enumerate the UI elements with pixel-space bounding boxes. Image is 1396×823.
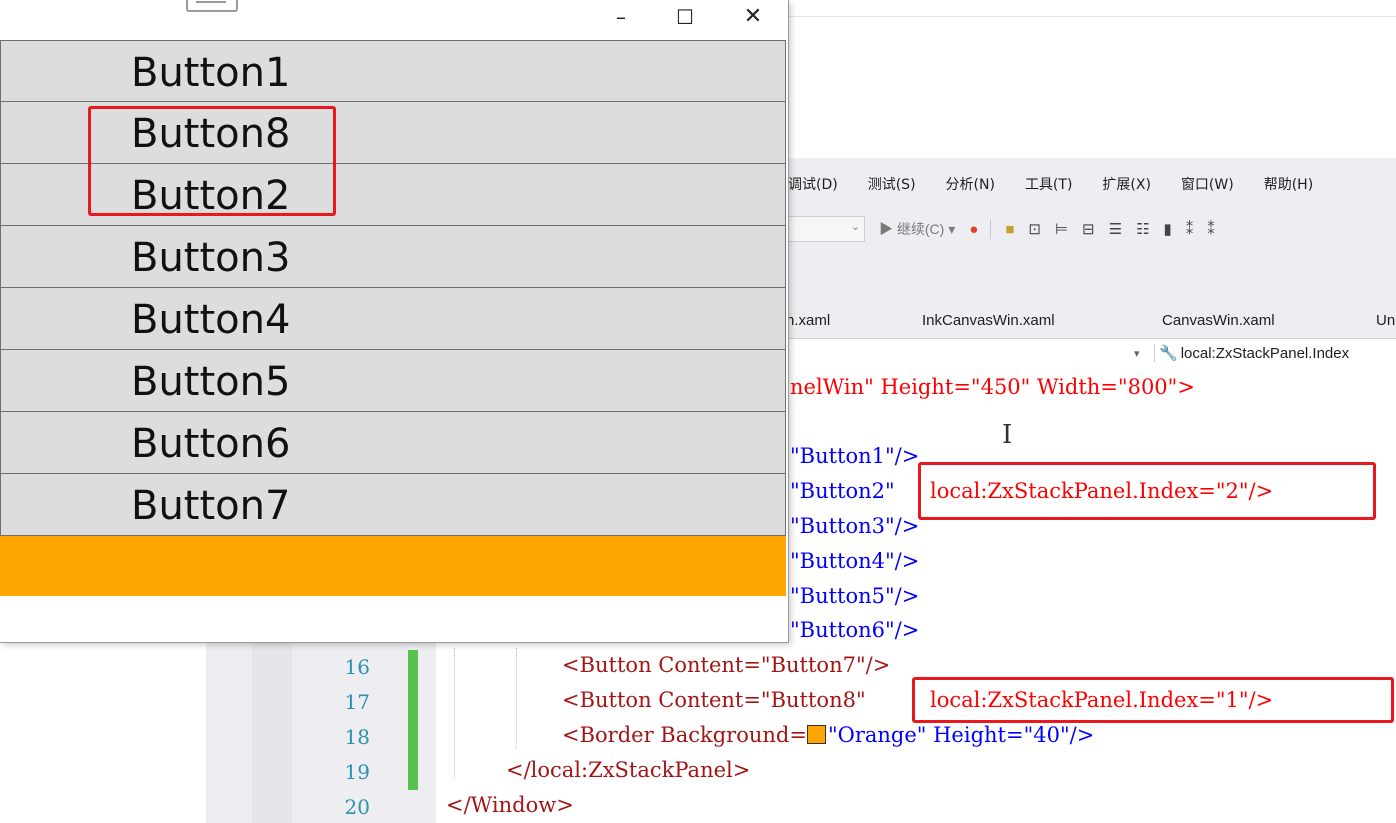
toolbar: ⌄ ▶ 继续(C) ▾ ● ■ ⊡ ⊨ ⊟ ☰ ☷ ▮ ⁑ ⁑: [786, 210, 1396, 248]
indent-guide: [516, 648, 517, 748]
navigation-bar: ▾ 🔧 local:ZxStackPanel.Index: [786, 338, 1396, 370]
tab-stackpanelwin[interactable]: n.xaml: [786, 312, 830, 329]
button-7[interactable]: Button7: [0, 474, 786, 536]
member-dropdown[interactable]: 🔧 local:ZxStackPanel.Index: [1154, 344, 1349, 362]
button-5[interactable]: Button5: [0, 350, 786, 412]
document-tabs: n.xaml InkCanvasWin.xaml CanvasWin.xaml …: [786, 306, 1396, 338]
menu-debug[interactable]: 调试(D): [788, 174, 838, 194]
text-cursor-icon: I: [1002, 420, 1013, 450]
camera-icon[interactable]: ⊡: [1028, 220, 1041, 238]
button-3[interactable]: Button3: [0, 226, 786, 288]
menu-bar: 调试(D) 测试(S) 分析(N) 工具(T) 扩展(X) 窗口(W) 帮助(H…: [786, 158, 1396, 210]
button-label: Button5: [131, 359, 291, 405]
continue-button[interactable]: ▶ 继续(C) ▾: [879, 219, 955, 239]
code-button2[interactable]: "Button2": [790, 481, 895, 502]
code-button4[interactable]: "Button4"/>: [790, 551, 919, 572]
tab-area-background: [786, 248, 1396, 306]
button-label: Button6: [131, 421, 291, 467]
menu-analyze[interactable]: 分析(N): [946, 174, 995, 194]
editor-top-border: [786, 16, 1396, 17]
code-border-attrs: "Orange" Height="40"/>: [827, 723, 1095, 747]
wrench-icon: 🔧: [1159, 345, 1178, 362]
bookmark-prev-icon[interactable]: ⁑: [1207, 220, 1215, 238]
button-1[interactable]: Button1: [0, 40, 786, 102]
menu-test[interactable]: 测试(S): [868, 174, 916, 194]
indicator-margin: [252, 640, 292, 823]
config-combo[interactable]: ⌄: [786, 216, 865, 242]
button-label: Button3: [131, 235, 291, 281]
code-border-tag: <Border Background=: [562, 723, 807, 747]
highlight-box-index-1: [912, 677, 1394, 723]
orange-color-swatch-icon[interactable]: [806, 725, 826, 744]
format-icon[interactable]: ⊟: [1082, 220, 1095, 238]
hot-reload-icon[interactable]: ●: [969, 221, 978, 238]
tab-inkcanvaswin[interactable]: InkCanvasWin.xaml: [922, 312, 1055, 329]
button-label: Button7: [131, 483, 291, 529]
code-line-18[interactable]: <Border Background= "Orange" Height="40"/…: [562, 725, 1094, 746]
minimize-button[interactable]: –: [598, 4, 644, 30]
code-line-19[interactable]: </local:ZxStackPanel>: [506, 760, 750, 781]
uncomment-icon[interactable]: ☷: [1136, 220, 1149, 238]
highlight-box-index-2: [918, 462, 1376, 520]
code-button1[interactable]: "Button1"/>: [790, 446, 919, 467]
button-4[interactable]: Button4: [0, 288, 786, 350]
chevron-down-icon: ⌄: [850, 221, 860, 233]
bookmark-next-icon[interactable]: ⁑: [1186, 220, 1194, 238]
code-button3[interactable]: "Button3"/>: [790, 516, 919, 537]
button-label: Button4: [131, 297, 291, 343]
maximize-button[interactable]: ☐: [662, 4, 708, 30]
line-number: 20: [344, 795, 370, 819]
step-icon[interactable]: ⊨: [1055, 220, 1068, 238]
editor-blank-area: [786, 18, 1396, 156]
folder-icon[interactable]: ■: [1005, 221, 1014, 238]
tab-canvaswin[interactable]: CanvasWin.xaml: [1162, 312, 1275, 329]
line-number: 19: [344, 760, 370, 784]
toolbar-separator: [990, 219, 992, 239]
code-line-20[interactable]: </Window>: [446, 795, 574, 816]
editor-gutter: [206, 640, 436, 823]
bookmark-icon[interactable]: ▮: [1164, 220, 1172, 238]
tab-next[interactable]: Un: [1376, 312, 1395, 329]
menu-window[interactable]: 窗口(W): [1181, 174, 1234, 194]
code-button6[interactable]: "Button6"/>: [790, 620, 919, 641]
line-number: 16: [344, 655, 370, 679]
code-line-17[interactable]: <Button Content="Button8": [562, 690, 866, 711]
line-number: 17: [344, 690, 370, 714]
wpf-window: – ☐ ✕ Button1 Button8 Button2 Button3 Bu…: [0, 0, 789, 643]
highlight-box-reordered-buttons: [88, 106, 336, 216]
comment-icon[interactable]: ☰: [1109, 220, 1122, 238]
menu-tools[interactable]: 工具(T): [1025, 174, 1072, 194]
code-line-16[interactable]: <Button Content="Button7"/>: [562, 655, 890, 676]
button-6[interactable]: Button6: [0, 412, 786, 474]
continue-label: 继续(C): [896, 221, 945, 237]
window-titlebar[interactable]: – ☐ ✕: [0, 0, 786, 40]
change-tracking-bar: [408, 650, 418, 790]
code-button5[interactable]: "Button5"/>: [790, 586, 919, 607]
line-number: 18: [344, 725, 370, 749]
menu-extensions[interactable]: 扩展(X): [1102, 174, 1151, 194]
close-button[interactable]: ✕: [730, 4, 776, 30]
app-icon: [186, 0, 238, 12]
code-window-line[interactable]: nelWin" Height="450" Width="800">: [790, 377, 1195, 398]
menu-help[interactable]: 帮助(H): [1264, 174, 1313, 194]
chevron-down-icon[interactable]: ▾: [1134, 347, 1140, 360]
indent-guide: [454, 648, 455, 778]
member-label: local:ZxStackPanel.Index: [1180, 345, 1350, 362]
orange-border: [0, 536, 786, 596]
button-label: Button1: [131, 50, 291, 96]
